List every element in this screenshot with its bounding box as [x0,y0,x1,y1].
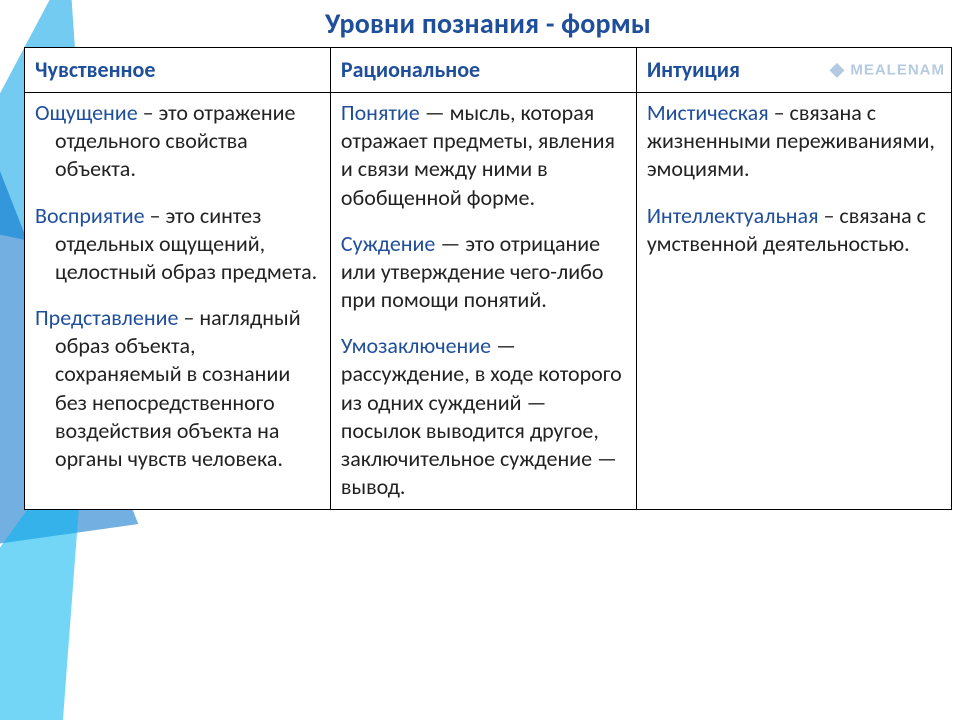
term: Суждение [341,230,435,257]
entry-judgment: Суждение — это отрицание или утверждение… [341,230,626,314]
entry-mystical: Мистическая – связана с жизненными переж… [647,99,941,183]
table-body-row: Ощущение – это отражение отдельного свой… [25,93,952,510]
cell-rational: Понятие — мысль, которая отражает предме… [330,93,636,510]
col-header-intuition: Интуиция MEALENAM [636,48,951,93]
col-header-rational: Рациональное [330,48,636,93]
entry-sensation: Ощущение – это отражение отдельного свой… [35,99,320,183]
entry-inference: Умозаключение — рассуждение, в ходе кото… [341,332,626,501]
term: Интеллектуальная [647,202,819,229]
cell-sensory: Ощущение – это отражение отдельного свой… [25,93,331,510]
term: Восприятие [35,202,145,229]
term: Представление [35,304,178,331]
col-header-intuition-label: Интуиция [647,56,740,83]
entry-intellectual: Интеллектуальная – связана с умственной … [647,202,941,258]
watermark-text: MEALENAM [850,60,945,79]
slide: Уровни познания - формы Чувственное Раци… [24,0,952,712]
entry-concept: Понятие — мысль, которая отражает предме… [341,99,626,212]
term: Мистическая [647,99,769,126]
term: Ощущение [35,99,138,126]
forms-table: Чувственное Рациональное Интуиция MEALEN… [24,47,952,510]
watermark-icon [828,61,846,79]
cell-intuition: Мистическая – связана с жизненными переж… [636,93,951,510]
watermark-logo: MEALENAM [828,60,945,79]
entry-perception: Восприятие – это синтез отдельных ощущен… [35,202,320,286]
term: Понятие [341,99,420,126]
slide-title: Уровни познания - формы [24,6,952,41]
table-header-row: Чувственное Рациональное Интуиция MEALEN… [25,48,952,93]
col-header-sensory: Чувственное [25,48,331,93]
term: Умозаключение [341,332,491,359]
entry-representation: Представление – наглядный образ объекта,… [35,304,320,473]
